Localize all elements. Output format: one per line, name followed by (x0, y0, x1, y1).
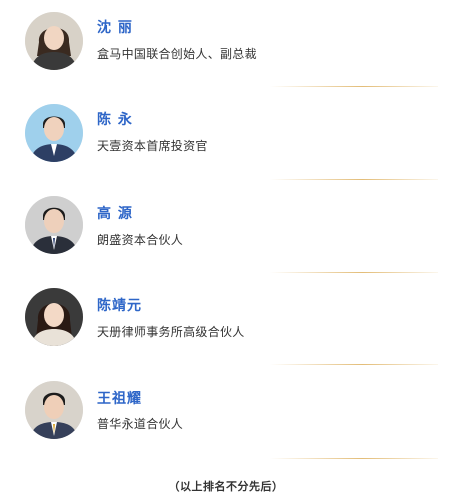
person-name: 陈靖元 (97, 298, 142, 314)
person-card: 高 源 朗盛资本合伙人 (0, 185, 452, 277)
divider-line (270, 364, 438, 365)
person-title: 天册律师事务所高级合伙人 (97, 325, 245, 339)
person-title: 盒马中国联合创始人、副总裁 (97, 47, 257, 61)
person-name: 高 源 (97, 206, 133, 222)
portrait-man-icon (25, 381, 83, 439)
person-title: 普华永道合伙人 (97, 417, 184, 431)
person-title: 天壹资本首席投资官 (97, 139, 208, 153)
person-name: 陈 永 (97, 112, 133, 128)
portrait-man-icon (25, 196, 83, 254)
person-name: 沈 丽 (97, 20, 133, 36)
person-name: 王祖耀 (97, 391, 142, 407)
person-card: 陈靖元 天册律师事务所高级合伙人 (0, 277, 452, 369)
portrait-woman-icon (25, 12, 83, 70)
divider-line (270, 86, 438, 87)
divider-line (270, 179, 438, 180)
portrait-man-icon (25, 104, 83, 162)
person-card: 沈 丽 盒马中国联合创始人、副总裁 (0, 0, 452, 92)
footnote: （以上排名不分先后） (168, 480, 284, 493)
person-card: 陈 永 天壹资本首席投资官 (0, 92, 452, 184)
divider-line (270, 458, 438, 459)
person-card: 王祖耀 普华永道合伙人 (0, 370, 452, 462)
person-title: 朗盛资本合伙人 (97, 233, 184, 247)
divider-line (270, 272, 438, 273)
portrait-woman-icon (25, 288, 83, 346)
